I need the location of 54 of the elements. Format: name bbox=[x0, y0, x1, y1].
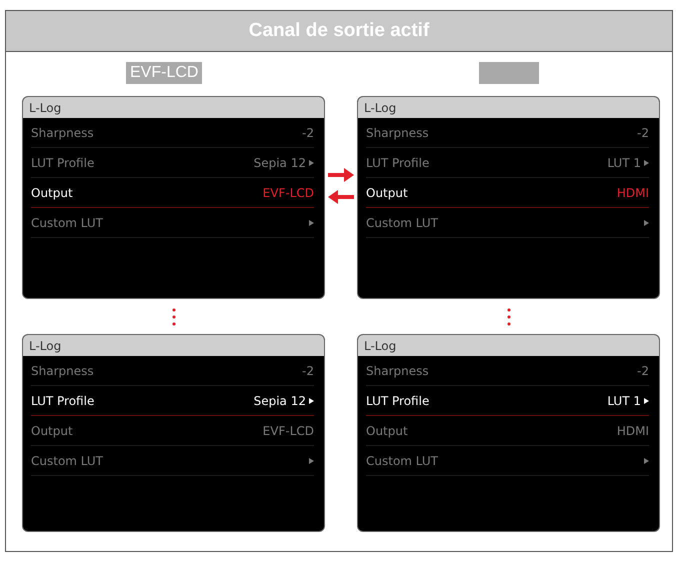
menu-label: Sharpness bbox=[31, 364, 94, 378]
menu-row[interactable]: LUT Profile LUT 1 bbox=[366, 386, 649, 416]
menu-label: Sharpness bbox=[366, 126, 429, 140]
menu-header: L-Log bbox=[23, 335, 324, 356]
menu-value: HDMI bbox=[616, 186, 649, 200]
menu-value: Sepia 12 bbox=[254, 156, 306, 170]
menu-row[interactable]: Sharpness -2 bbox=[31, 356, 314, 386]
vertical-ellipsis-icon bbox=[506, 308, 510, 326]
menu-value: -2 bbox=[637, 126, 649, 140]
menu-row[interactable]: Output EVF-LCD bbox=[31, 178, 314, 208]
menu-value: LUT 1 bbox=[607, 394, 641, 408]
menu-label: LUT Profile bbox=[366, 394, 430, 408]
menu-value: LUT 1 bbox=[607, 156, 641, 170]
menu-label: Output bbox=[31, 424, 73, 438]
menu-value: -2 bbox=[637, 364, 649, 378]
menu-label: Custom LUT bbox=[366, 454, 438, 468]
menu-value: Sepia 12 bbox=[254, 394, 306, 408]
menu-label: Custom LUT bbox=[31, 216, 103, 230]
menu-value: EVF-LCD bbox=[262, 424, 314, 438]
menu-label: LUT Profile bbox=[31, 156, 94, 170]
menu-row[interactable]: Custom LUT bbox=[366, 208, 649, 238]
menu-row[interactable]: LUT Profile Sepia 12 bbox=[31, 148, 314, 178]
vertical-ellipsis-icon bbox=[172, 308, 176, 326]
menu-value: -2 bbox=[302, 364, 314, 378]
menu-value: -2 bbox=[302, 126, 314, 140]
menu-label: Output bbox=[366, 186, 408, 200]
menu-row[interactable]: Custom LUT bbox=[31, 208, 314, 238]
menu-row[interactable]: Sharpness -2 bbox=[366, 118, 649, 148]
menu-value: HDMI bbox=[616, 424, 649, 438]
output-label: EVF-LCD bbox=[126, 62, 202, 84]
menu-label: Output bbox=[31, 186, 73, 200]
menu-row[interactable]: Sharpness -2 bbox=[31, 118, 314, 148]
menu-row[interactable]: Custom LUT bbox=[31, 446, 314, 476]
menu-label: Sharpness bbox=[366, 364, 429, 378]
right-arrow-icon bbox=[328, 168, 354, 182]
menu-row[interactable]: LUT Profile LUT 1 bbox=[366, 148, 649, 178]
menu-row[interactable]: Output HDMI bbox=[366, 178, 649, 208]
menu-row[interactable]: Sharpness -2 bbox=[366, 356, 649, 386]
output-label bbox=[478, 62, 538, 84]
menu-row[interactable]: Output HDMI bbox=[366, 416, 649, 446]
menu-label: Custom LUT bbox=[366, 216, 438, 230]
menu-header: L-Log bbox=[358, 335, 659, 356]
menu-label: Output bbox=[366, 424, 408, 438]
menu-header: L-Log bbox=[23, 97, 324, 118]
menu-label: LUT Profile bbox=[31, 394, 94, 408]
menu-label: Custom LUT bbox=[31, 454, 103, 468]
menu-header: L-Log bbox=[358, 97, 659, 118]
menu-value: EVF-LCD bbox=[262, 186, 314, 200]
menu-row[interactable]: Custom LUT bbox=[366, 446, 649, 476]
menu-row[interactable]: LUT Profile Sepia 12 bbox=[31, 386, 314, 416]
menu-label: Sharpness bbox=[31, 126, 94, 140]
left-arrow-icon bbox=[328, 190, 354, 204]
menu-row[interactable]: Output EVF-LCD bbox=[31, 416, 314, 446]
menu-label: LUT Profile bbox=[366, 156, 430, 170]
